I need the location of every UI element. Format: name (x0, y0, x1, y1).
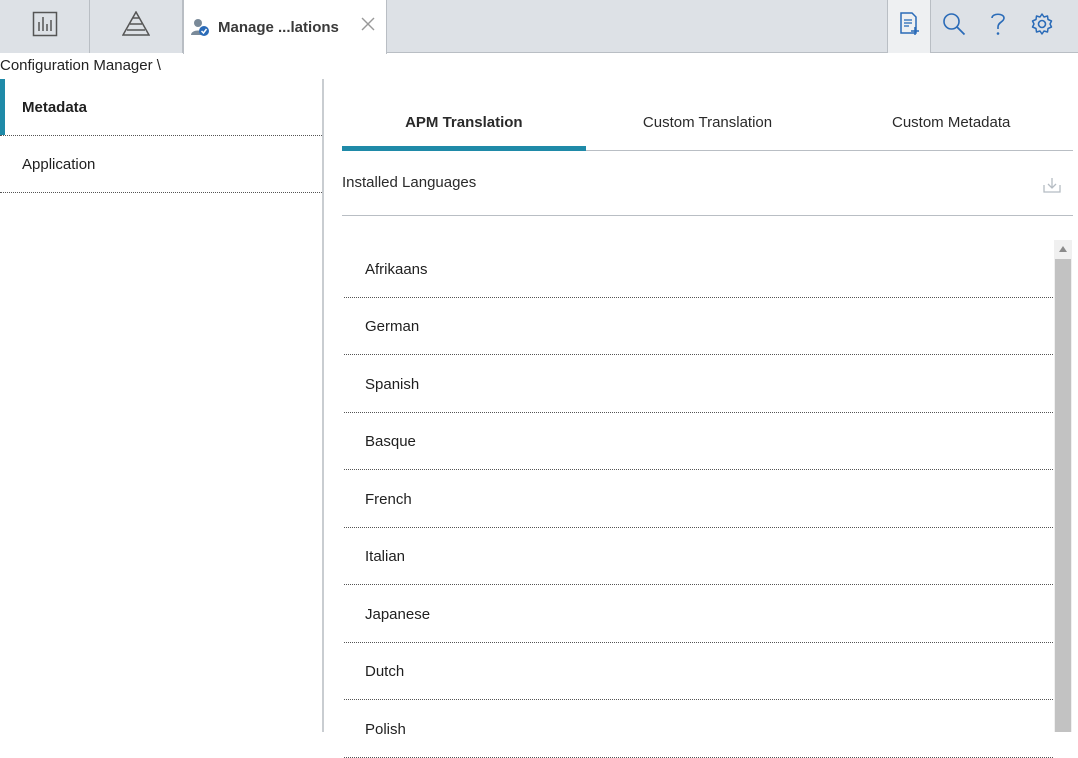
translation-tabs: APM Translation Custom Translation Custo… (342, 100, 1073, 151)
language-label: German (365, 318, 420, 336)
top-tab-bar: Manage ...lations (0, 0, 1078, 54)
list-item[interactable]: Japanese (344, 585, 1053, 643)
settings-icon (1030, 12, 1054, 41)
search-icon (942, 12, 966, 41)
scroll-up-arrow-icon[interactable] (1054, 240, 1072, 258)
scrollbar[interactable] (1054, 240, 1072, 732)
search-button[interactable] (932, 0, 976, 53)
report-add-icon (898, 12, 920, 41)
list-item[interactable]: Basque (344, 413, 1053, 470)
tab-custom-metadata[interactable]: Custom Metadata (829, 100, 1073, 150)
language-label: Afrikaans (365, 260, 428, 278)
sidebar-item-metadata[interactable]: Metadata (0, 79, 322, 136)
list-item[interactable]: Spanish (344, 355, 1053, 413)
list-item[interactable]: Dutch (344, 643, 1053, 700)
tab-manage-translations[interactable]: Manage ...lations (183, 0, 387, 54)
sidebar-divider[interactable] (322, 79, 324, 732)
sidebar-item-application[interactable]: Application (0, 136, 322, 193)
section-title: Installed Languages (342, 174, 477, 191)
add-report-button[interactable] (887, 0, 931, 53)
breadcrumb[interactable]: Configuration Manager \ (0, 57, 161, 74)
sidebar-item-label: Application (22, 155, 96, 173)
pyramid-tab[interactable] (90, 0, 183, 53)
sidebar-item-label: Metadata (22, 98, 88, 116)
tab-custom-translation[interactable]: Custom Translation (586, 100, 830, 150)
list-item[interactable]: Afrikaans (344, 240, 1053, 298)
language-label: Japanese (365, 605, 431, 623)
sidebar: Metadata Application (0, 79, 322, 193)
user-translation-icon (190, 17, 210, 37)
scrollbar-thumb[interactable] (1055, 259, 1071, 732)
help-button[interactable] (976, 0, 1020, 53)
tab-apm-translation[interactable]: APM Translation (342, 100, 586, 151)
help-icon (989, 11, 1007, 42)
dashboard-tab[interactable] (0, 0, 90, 53)
language-label: Spanish (365, 375, 420, 393)
language-label: French (365, 490, 412, 508)
settings-button[interactable] (1020, 0, 1064, 53)
language-label: Dutch (365, 663, 405, 681)
language-label: Basque (365, 433, 416, 451)
download-icon[interactable] (1043, 176, 1061, 199)
list-item[interactable]: French (344, 470, 1053, 528)
pyramid-icon (121, 10, 151, 42)
language-label: Italian (365, 548, 406, 566)
close-icon[interactable] (360, 16, 376, 37)
dashboard-icon (32, 11, 58, 42)
list-item[interactable]: Italian (344, 528, 1053, 585)
tab-label: Manage ...lations (218, 18, 339, 36)
language-label: Polish (365, 720, 406, 738)
list-item[interactable]: German (344, 298, 1053, 355)
list-item[interactable]: Polish (344, 700, 1053, 758)
language-list: Afrikaans German Spanish Basque French I… (344, 240, 1053, 758)
section-header: Installed Languages (342, 172, 1073, 216)
